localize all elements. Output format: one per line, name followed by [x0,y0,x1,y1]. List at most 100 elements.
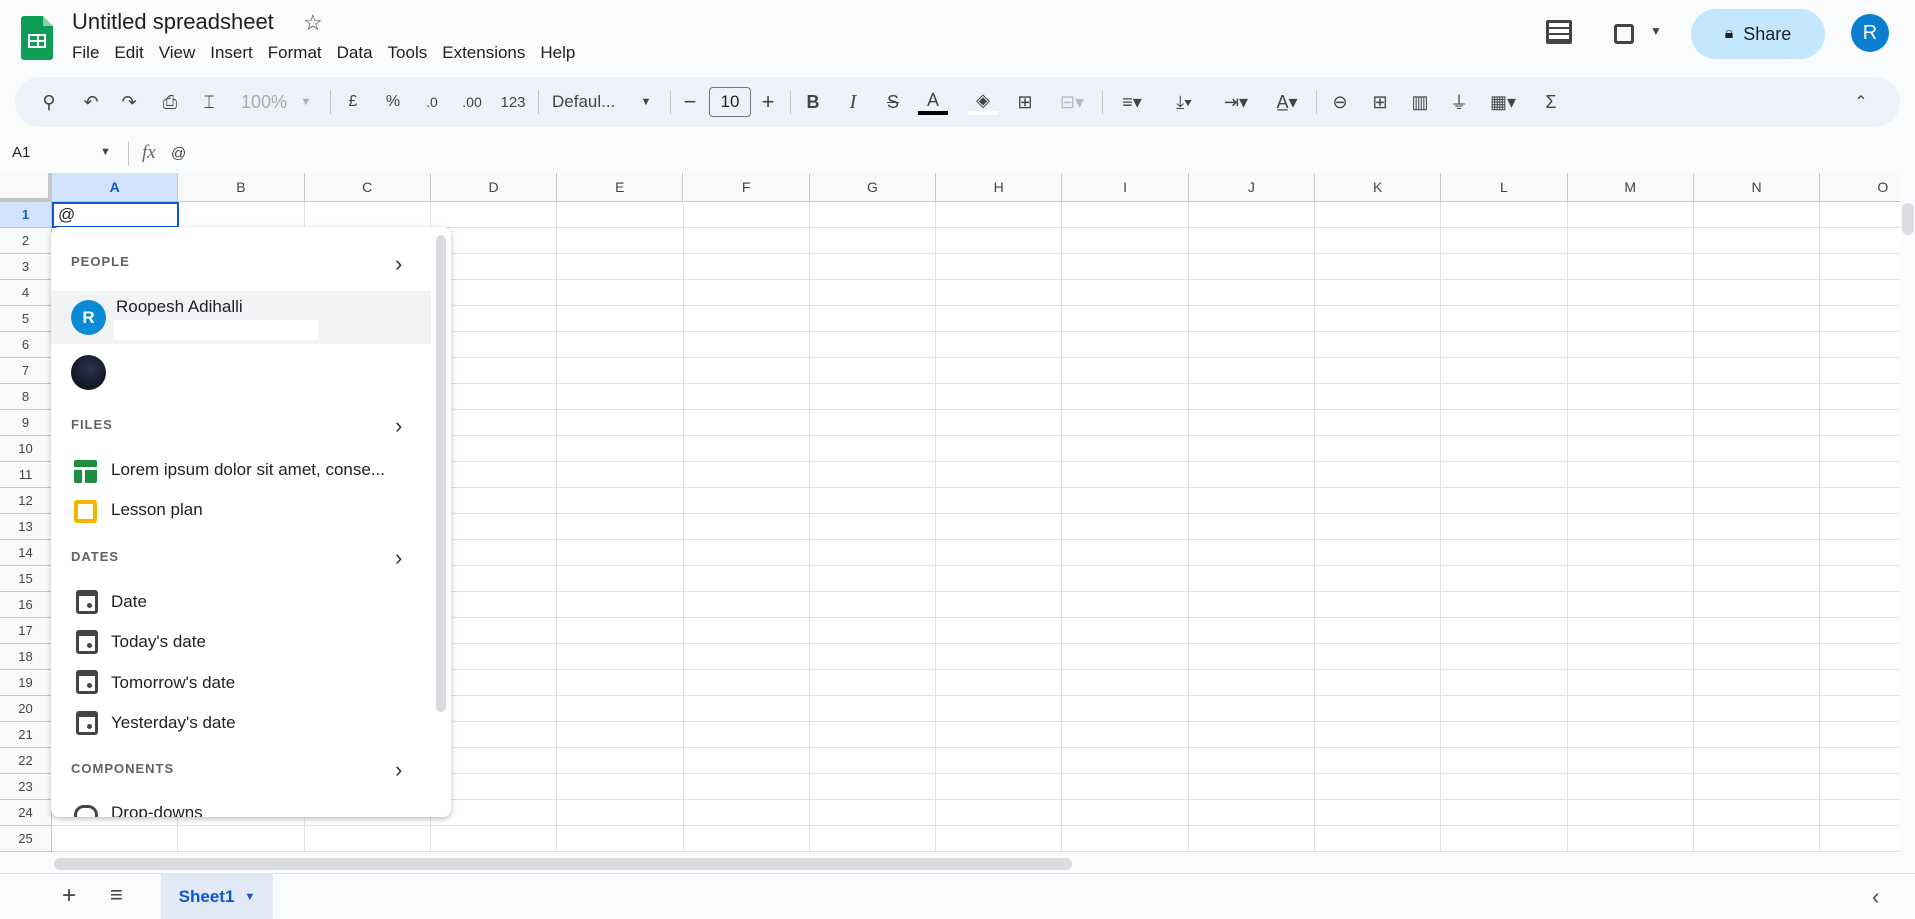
name-box-dropdown-icon[interactable]: ▼ [100,146,111,158]
comments-icon[interactable] [1546,20,1572,44]
row-header-22[interactable]: 22 [0,748,52,774]
undo-icon[interactable]: ↶ [78,89,104,115]
redo-icon[interactable]: ↷ [116,89,142,115]
chevron-right-icon[interactable]: › [395,251,402,277]
menu-extensions[interactable]: Extensions [442,43,534,63]
menu-view[interactable]: View [159,43,205,63]
column-header-i[interactable]: I [1062,173,1189,202]
column-header-g[interactable]: G [809,173,937,202]
percent-button[interactable]: % [380,89,406,115]
font-dropdown-icon[interactable]: ▼ [638,89,654,115]
menu-file[interactable]: File [72,43,108,63]
formula-input[interactable]: @ [171,145,186,162]
row-header-15[interactable]: 15 [0,566,52,592]
menu-format[interactable]: Format [268,43,331,63]
column-header-m[interactable]: M [1567,173,1694,202]
dropdown-scrollbar[interactable] [436,235,446,712]
horizontal-scrollbar[interactable] [54,858,1072,870]
chevron-right-icon[interactable]: › [395,545,402,571]
row-header-4[interactable]: 4 [0,280,52,306]
text-rotation-icon[interactable]: A̲▾ [1266,89,1308,115]
strikethrough-icon[interactable]: S [880,89,906,115]
text-wrapping-icon[interactable]: ⇥▾ [1216,89,1256,115]
active-cell-a1[interactable]: @ [52,202,179,228]
date-item[interactable]: Tomorrow's date [111,673,235,693]
account-avatar[interactable]: R [1851,14,1889,52]
paint-format-icon[interactable]: ⌶ [196,89,222,115]
column-header-d[interactable]: D [430,173,558,202]
column-header-o[interactable]: O [1820,173,1900,202]
vertical-scrollbar[interactable] [1902,203,1914,235]
increase-font-size-icon[interactable]: + [756,89,780,115]
row-header-18[interactable]: 18 [0,644,52,670]
column-header-b[interactable]: B [178,173,305,202]
row-header-13[interactable]: 13 [0,514,52,540]
date-item[interactable]: Date [111,592,147,612]
row-header-8[interactable]: 8 [0,384,52,410]
row-header-12[interactable]: 12 [0,488,52,514]
chevron-right-icon[interactable]: › [395,413,402,439]
menu-insert[interactable]: Insert [210,43,262,63]
vertical-align-icon[interactable]: ⤓▾ [1164,89,1204,115]
row-header-24[interactable]: 24 [0,800,52,826]
menu-tools[interactable]: Tools [388,43,437,63]
fill-color-icon[interactable]: ◈ [968,89,998,115]
text-color-button[interactable]: A [918,89,948,115]
tab-sheet1[interactable]: Sheet1 ▼ [161,874,273,919]
decrease-decimal-button[interactable]: .0 [418,89,446,115]
horizontal-align-icon[interactable]: ≡▾ [1112,89,1152,115]
column-header-c[interactable]: C [304,173,431,202]
collapse-side-panel-icon[interactable]: ‹ [1872,884,1879,910]
font-size-input[interactable]: 10 [709,87,751,117]
italic-button[interactable]: I [840,89,866,115]
zoom-dropdown-icon[interactable]: ▼ [298,89,314,115]
merge-cells-icon[interactable]: ⊟▾ [1052,89,1092,115]
chevron-right-icon[interactable]: › [395,757,402,783]
row-header-3[interactable]: 3 [0,254,52,280]
share-button[interactable]: 🔒︎ Share [1691,9,1825,59]
file-item[interactable]: Lesson plan [111,500,203,520]
print-icon[interactable]: ⎙ [157,89,183,115]
row-header-23[interactable]: 23 [0,774,52,800]
sheets-logo[interactable] [21,16,53,60]
more-formats-button[interactable]: 123 [496,89,530,115]
avatar[interactable] [71,355,106,390]
menu-help[interactable]: Help [540,43,584,63]
row-header-20[interactable]: 20 [0,696,52,722]
row-header-10[interactable]: 10 [0,436,52,462]
row-header-5[interactable]: 5 [0,306,52,332]
name-box[interactable]: A1 [12,144,30,161]
row-header-17[interactable]: 17 [0,618,52,644]
filter-views-icon[interactable]: ▦▾ [1482,89,1524,115]
column-header-a[interactable]: A [52,173,179,202]
row-header-21[interactable]: 21 [0,722,52,748]
collapse-toolbar-icon[interactable]: ⌃ [1848,89,1874,115]
bold-button[interactable]: B [800,89,826,115]
add-sheet-icon[interactable]: + [62,882,76,910]
column-header-e[interactable]: E [557,173,684,202]
file-item[interactable]: Lorem ipsum dolor sit amet, conse... [111,460,385,480]
component-item[interactable]: Drop-downs [111,803,203,817]
all-sheets-icon[interactable]: ≡ [110,882,123,908]
meet-dropdown-icon[interactable]: ▼ [1650,24,1662,38]
currency-button[interactable]: £ [340,89,366,115]
column-header-j[interactable]: J [1188,173,1315,202]
row-header-1[interactable]: 1 [0,202,52,228]
column-header-h[interactable]: H [936,173,1063,202]
decrease-font-size-icon[interactable]: − [678,89,702,115]
date-item[interactable]: Today's date [111,632,206,652]
row-header-14[interactable]: 14 [0,540,52,566]
zoom-select[interactable]: 100% [236,89,292,115]
menu-edit[interactable]: Edit [114,43,152,63]
row-header-2[interactable]: 2 [0,228,52,254]
font-select[interactable]: Defaul... [552,89,642,115]
date-item[interactable]: Yesterday's date [111,713,236,733]
select-all-corner[interactable] [0,173,52,202]
functions-button[interactable]: Σ [1538,89,1564,115]
menu-data[interactable]: Data [337,43,382,63]
row-header-9[interactable]: 9 [0,410,52,436]
insert-link-icon[interactable]: ⊖ [1326,89,1354,115]
star-icon[interactable]: ☆ [303,10,323,36]
row-header-7[interactable]: 7 [0,358,52,384]
document-title[interactable]: Untitled spreadsheet [72,9,274,35]
